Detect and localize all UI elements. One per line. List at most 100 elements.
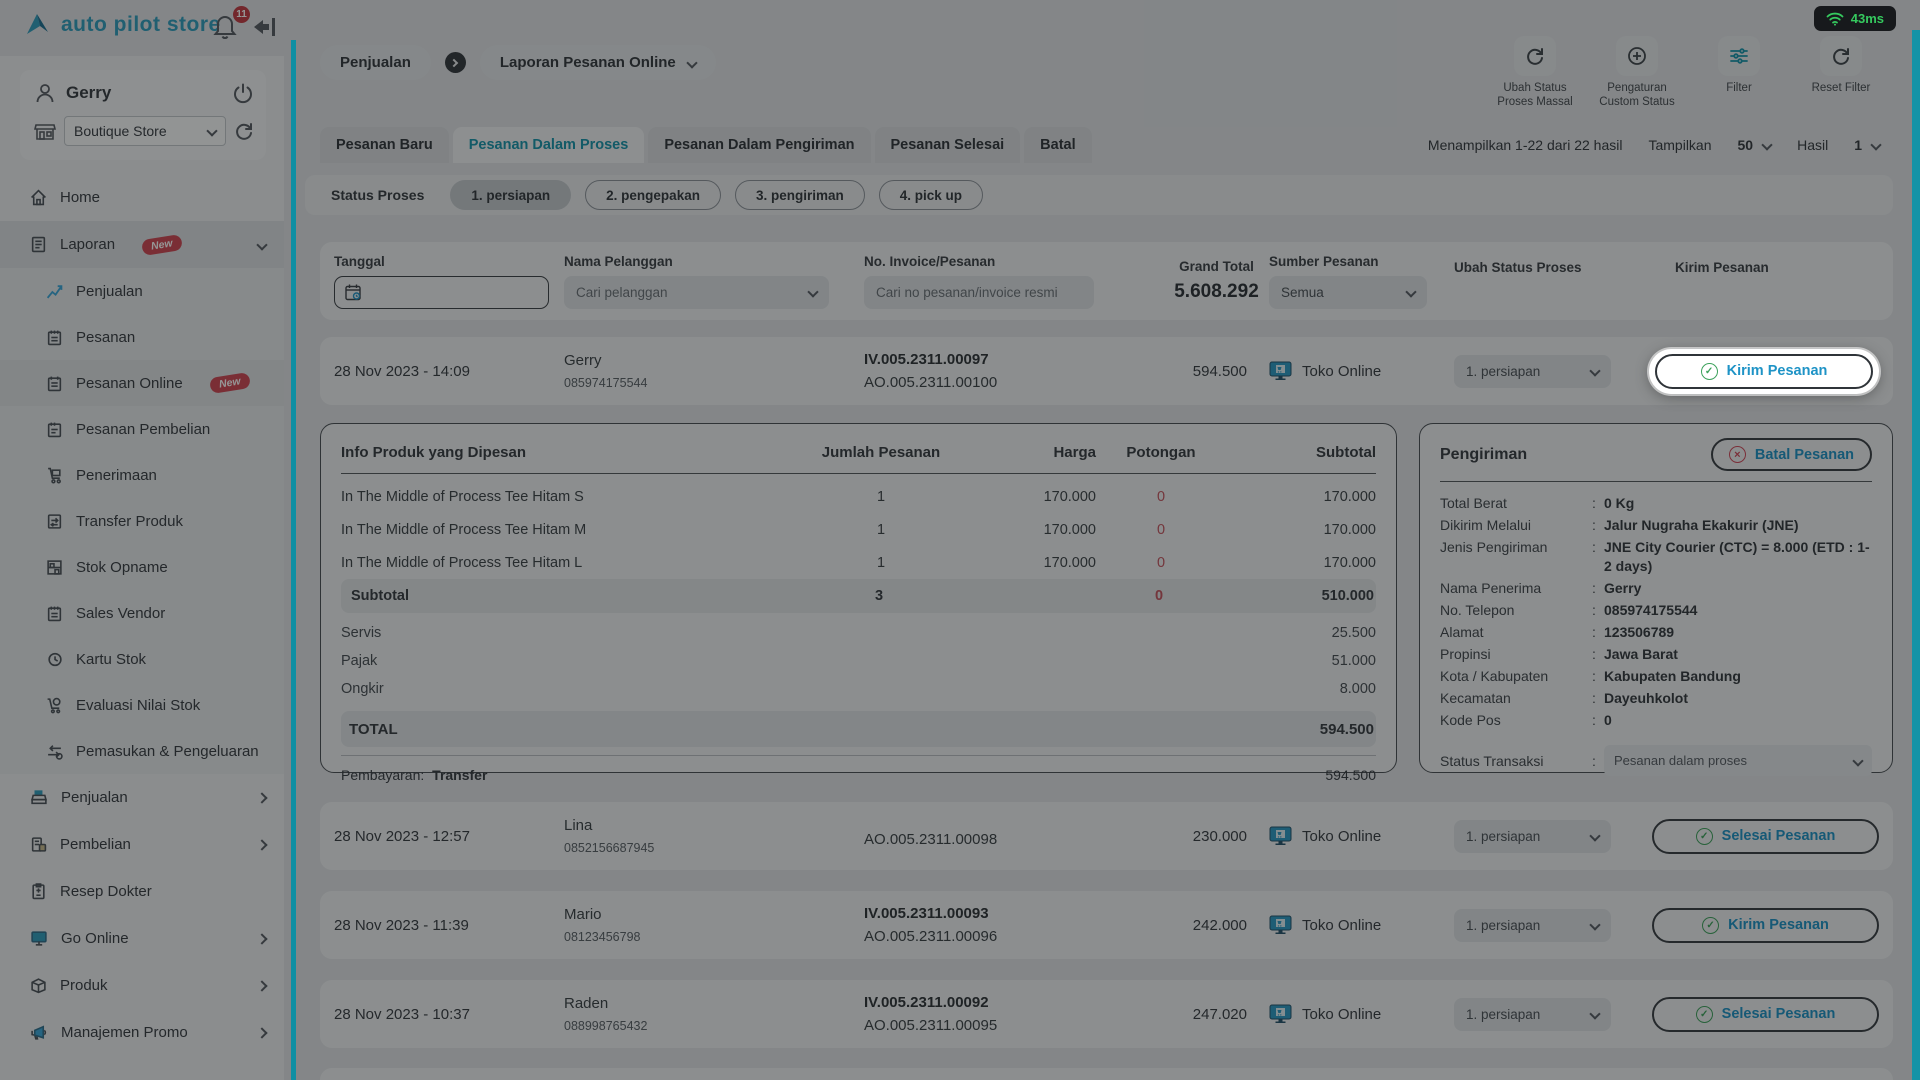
customer-search-select[interactable]: Cari pelanggan [564, 276, 829, 309]
fee-row-servis: Servis 25.500 [341, 619, 1376, 647]
user-name: Gerry [66, 83, 222, 103]
sidebar-item-go-online[interactable]: Go Online [0, 915, 284, 962]
order-notebook-icon [46, 329, 63, 346]
tab-batal[interactable]: Batal [1024, 127, 1091, 163]
chevron-down-icon [1589, 1008, 1600, 1019]
payment-method: Transfer [432, 767, 487, 783]
product-box-icon [30, 977, 47, 994]
new-badge: New [141, 234, 183, 256]
sidebar-item-resep-dokter[interactable]: Resep Dokter [0, 868, 284, 915]
date-filter-input[interactable] [334, 276, 549, 309]
subtotal-header: Subtotal [1226, 444, 1376, 461]
source-filter-select[interactable]: Semua [1269, 276, 1427, 309]
sidebar-menu: Home Laporan New Penjualan Pesanan [0, 174, 284, 1056]
sidebar-item-pesanan[interactable]: Pesanan [0, 314, 284, 360]
page-select[interactable]: 1 [1854, 137, 1880, 153]
order-tabs: Pesanan Baru Pesanan Dalam Proses Pesana… [320, 127, 1880, 163]
purchase-bag-icon [30, 836, 47, 853]
online-store-monitor-icon [1269, 1004, 1292, 1024]
notifications-button[interactable]: 11 [212, 12, 242, 42]
online-store-monitor-icon [1269, 915, 1292, 935]
kirim-pesanan-button[interactable]: ✓ Kirim Pesanan [1655, 354, 1873, 389]
sidebar-item-pemasukan-pengeluaran[interactable]: Pemasukan & Pengeluaran [0, 728, 284, 774]
tab-pesanan-baru[interactable]: Pesanan Baru [320, 127, 449, 163]
page-scrollbar[interactable] [1912, 30, 1920, 1080]
reset-filter-button[interactable]: Reset Filter [1798, 36, 1884, 110]
sidebar-item-laporan[interactable]: Laporan New [0, 221, 284, 268]
kirim-pesanan-button[interactable]: ✓ Kirim Pesanan [1652, 908, 1879, 943]
tab-pesanan-dalam-proses[interactable]: Pesanan Dalam Proses [453, 127, 645, 163]
brand-name: auto pilot store [61, 13, 221, 37]
next-order-row-partial [320, 1068, 1893, 1080]
sidebar-item-pesanan-pembelian[interactable]: Pesanan Pembelian [0, 406, 284, 452]
chevron-down-icon [1589, 365, 1600, 376]
order-row-gerry[interactable]: 28 Nov 2023 - 14:09 Gerry 085974175544 I… [320, 337, 1893, 405]
stock-value-cart-icon [46, 697, 63, 714]
chip-persiapan[interactable]: 1. persiapan [450, 180, 571, 210]
products-subtotal-row: Subtotal 3 0 510.000 [341, 579, 1376, 613]
store-selector[interactable]: Boutique Store [64, 116, 226, 146]
selesai-pesanan-button[interactable]: ✓ Selesai Pesanan [1652, 819, 1879, 854]
sidebar-item-penjualan[interactable]: Penjualan [0, 774, 284, 821]
filter-button[interactable]: Filter [1696, 36, 1782, 110]
transaction-status-select[interactable]: Pesanan dalam proses [1604, 745, 1872, 776]
status-select[interactable]: 1. persiapan [1454, 909, 1611, 942]
invoice-number: IV.005.2311.00097 [864, 351, 1164, 368]
sidebar-item-evaluasi-nilai-stok[interactable]: Evaluasi Nilai Stok [0, 682, 284, 728]
collapse-sidebar-button[interactable] [252, 14, 278, 45]
breadcrumb-arrow-icon [445, 52, 466, 73]
show-label: Tampilkan [1648, 137, 1711, 153]
sidebar-item-produk[interactable]: Produk [0, 962, 284, 1009]
sidebar-item-penerimaan[interactable]: Penerimaan [0, 452, 284, 498]
order-row-lina[interactable]: 28 Nov 2023 - 12:57 Lina 0852156687945 A… [320, 802, 1893, 870]
sidebar-item-manajemen-promo[interactable]: Manajemen Promo [0, 1009, 284, 1056]
tab-pesanan-dalam-pengiriman[interactable]: Pesanan Dalam Pengiriman [648, 127, 870, 163]
sidebar-item-transfer-produk[interactable]: Transfer Produk [0, 498, 284, 544]
chip-pickup[interactable]: 4. pick up [879, 180, 983, 210]
qty-header: Jumlah Pesanan [806, 444, 956, 461]
sidebar-item-pesanan-online[interactable]: Pesanan Online New [0, 360, 284, 406]
sidebar-item-kartu-stok[interactable]: Kartu Stok [0, 636, 284, 682]
breadcrumb-penjualan[interactable]: Penjualan [320, 45, 431, 80]
refresh-store-icon[interactable] [234, 121, 254, 141]
status-select[interactable]: 1. persiapan [1454, 998, 1611, 1031]
invoice-search-input[interactable] [864, 276, 1094, 309]
chip-pengepakan[interactable]: 2. pengepakan [585, 180, 721, 210]
batal-pesanan-button[interactable]: × Batal Pesanan [1711, 438, 1872, 471]
transfer-icon [46, 513, 63, 530]
online-store-monitor-icon [1269, 361, 1292, 381]
page-size-select[interactable]: 50 [1738, 137, 1772, 153]
sidebar-item-home[interactable]: Home [0, 174, 284, 221]
status-transaksi-label: Status Transaksi [1440, 753, 1592, 769]
app-window: auto pilot store 11 43ms Gerry [0, 0, 1920, 1080]
filter-sliders-icon [1718, 36, 1760, 76]
order-row-raden[interactable]: 28 Nov 2023 - 10:37 Raden 088998765432 I… [320, 980, 1893, 1048]
fee-row-pajak: Pajak 51.000 [341, 647, 1376, 675]
selesai-pesanan-button[interactable]: ✓ Selesai Pesanan [1652, 997, 1879, 1032]
sidebar-item-sales-vendor[interactable]: Sales Vendor [0, 590, 284, 636]
sidebar-item-penjualan-laporan[interactable]: Penjualan [0, 268, 284, 314]
chip-pengiriman[interactable]: 3. pengiriman [735, 180, 865, 210]
order-row-mario[interactable]: 28 Nov 2023 - 11:39 Mario 08123456798 IV… [320, 891, 1893, 959]
check-circle-icon: ✓ [1701, 363, 1718, 380]
chevron-down-icon [807, 286, 818, 297]
tab-pesanan-selesai[interactable]: Pesanan Selesai [875, 127, 1021, 163]
sidebar-item-stok-opname[interactable]: Stok Opname [0, 544, 284, 590]
col-invoice-label: No. Invoice/Pesanan [864, 254, 1164, 269]
wifi-icon [1826, 12, 1844, 26]
payment-label: Pembayaran: [341, 767, 424, 783]
breadcrumb-laporan-pesanan-online[interactable]: Laporan Pesanan Online [480, 45, 716, 80]
page-toolbar: Ubah Status Proses Massal Pengaturan Cus… [1492, 36, 1884, 110]
check-circle-icon: ✓ [1696, 1006, 1713, 1023]
status-select[interactable]: 1. persiapan [1454, 355, 1611, 388]
receiving-trolley-icon [46, 467, 63, 484]
bulk-status-button[interactable]: Ubah Status Proses Massal [1492, 36, 1578, 110]
chevron-down-icon [1852, 755, 1863, 766]
status-select[interactable]: 1. persiapan [1454, 820, 1611, 853]
logout-power-icon[interactable] [232, 82, 254, 104]
sidebar-item-pembelian[interactable]: Pembelian [0, 821, 284, 868]
cancel-circle-icon: × [1729, 446, 1746, 463]
custom-status-button[interactable]: Pengaturan Custom Status [1594, 36, 1680, 110]
collapse-arrow-icon [252, 14, 278, 40]
go-online-monitor-icon [30, 930, 48, 947]
